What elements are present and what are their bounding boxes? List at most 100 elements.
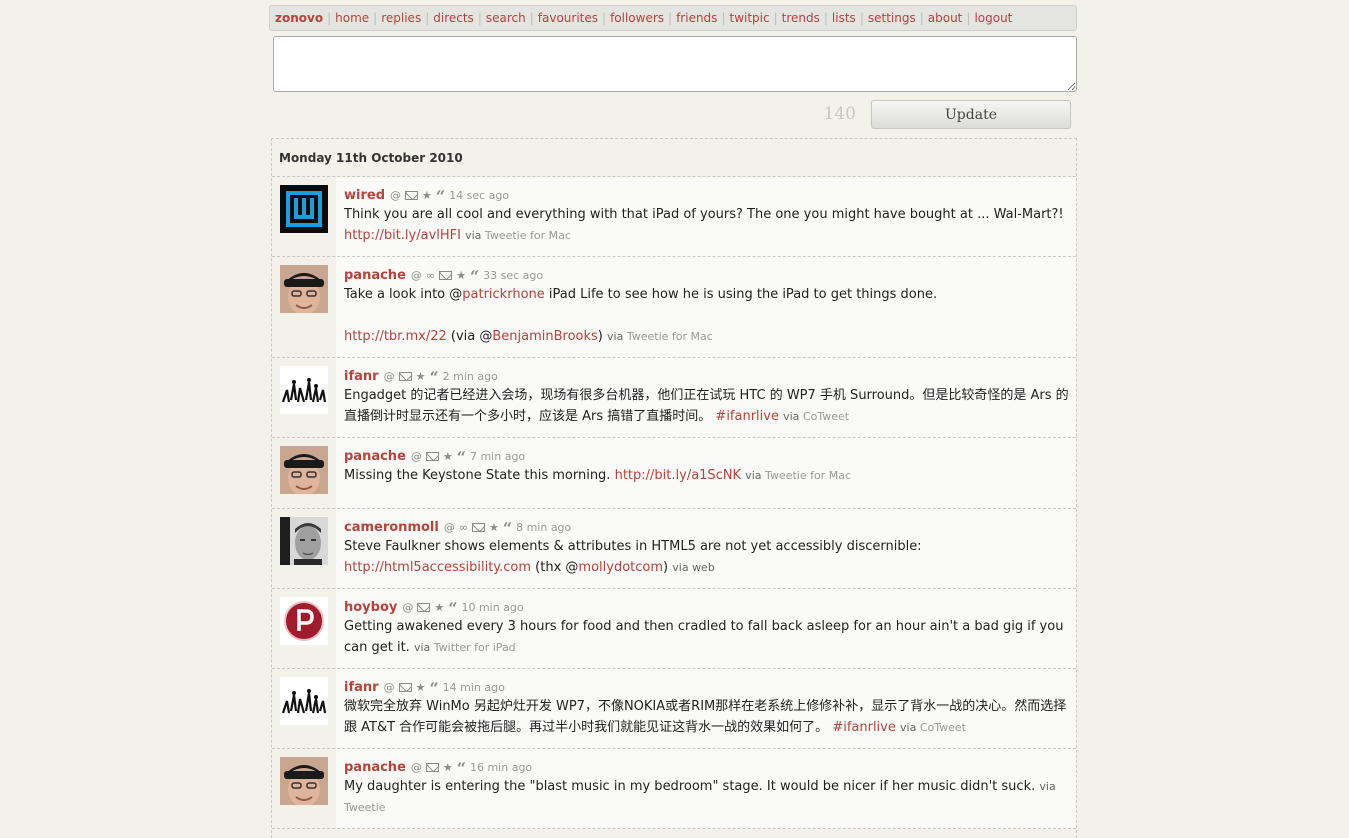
tweet-mention[interactable]: patrickrhone: [462, 287, 545, 302]
tweet-text: (via @: [446, 329, 493, 344]
tweet-timestamp[interactable]: 33 sec ago: [483, 269, 543, 282]
tweet-text: My daughter is entering the "blast music…: [344, 779, 1036, 794]
nav-separator: |: [373, 11, 378, 25]
nav-about[interactable]: about: [928, 11, 963, 25]
nav-trends[interactable]: trends: [782, 11, 820, 25]
tweet-timestamp[interactable]: 14 sec ago: [449, 189, 509, 202]
tweet-username[interactable]: panache: [344, 449, 406, 464]
tweet-source: Tweetie for Mac: [765, 469, 852, 482]
tweet-timestamp[interactable]: 2 min ago: [443, 370, 498, 383]
reply-icon[interactable]: @: [411, 762, 422, 773]
nav-followers[interactable]: followers: [610, 11, 664, 25]
nav-twitpic[interactable]: twitpic: [729, 11, 769, 25]
nav-logout[interactable]: logout: [974, 11, 1012, 25]
reply-icon[interactable]: @: [384, 371, 395, 382]
tweet-link[interactable]: http://tbr.mx/22: [344, 329, 447, 344]
conversation-icon[interactable]: ∞: [426, 270, 435, 281]
nav-separator: |: [919, 11, 924, 25]
tweet-text: Missing the Keystone State this morning.: [344, 468, 611, 483]
tweet-username[interactable]: ifanr: [344, 680, 379, 695]
tweet-text: Take a look into @: [344, 287, 463, 302]
avatar-panache[interactable]: [280, 446, 328, 494]
retweet-quote-icon[interactable]: “: [470, 269, 479, 285]
nav-brand[interactable]: zonovo: [275, 11, 323, 25]
avatar-panache[interactable]: [280, 265, 328, 313]
nav-friends[interactable]: friends: [676, 11, 717, 25]
avatar-ifanr[interactable]: [280, 366, 328, 414]
avatar-ifanr[interactable]: [280, 677, 328, 725]
tweet-source: Tweetie for Mac: [484, 229, 571, 242]
direct-message-icon[interactable]: [405, 190, 418, 200]
tweet-hashtag[interactable]: #ifanrlive: [715, 409, 779, 424]
tweet-link[interactable]: http://bit.ly/avlHFI: [344, 228, 461, 243]
tweet-item: hoyboy @ ★ “ 10 min ago Getting awakened…: [272, 589, 1076, 669]
tweet-timestamp[interactable]: 8 min ago: [516, 521, 571, 534]
favourite-star-icon[interactable]: ★: [456, 270, 466, 281]
tweet-mention[interactable]: mollydotcom: [578, 560, 663, 575]
tweet-timestamp[interactable]: 7 min ago: [470, 450, 525, 463]
tweet-username[interactable]: hoyboy: [344, 600, 397, 615]
nav-home[interactable]: home: [335, 11, 369, 25]
favourite-star-icon[interactable]: ★: [422, 190, 432, 201]
tweet-username[interactable]: cameronmoll: [344, 520, 439, 535]
retweet-quote-icon[interactable]: “: [448, 601, 457, 617]
tweet-username[interactable]: wired: [344, 188, 385, 203]
tweet-timestamp[interactable]: 10 min ago: [461, 601, 523, 614]
reply-icon[interactable]: @: [444, 522, 455, 533]
retweet-quote-icon[interactable]: “: [457, 761, 466, 777]
nav-separator: |: [477, 11, 482, 25]
tweet-timestamp[interactable]: 16 min ago: [470, 761, 532, 774]
reply-icon[interactable]: @: [411, 270, 422, 281]
favourite-star-icon[interactable]: ★: [443, 451, 453, 462]
reply-icon[interactable]: @: [411, 451, 422, 462]
conversation-icon[interactable]: ∞: [459, 522, 468, 533]
tweet-username[interactable]: panache: [344, 760, 406, 775]
favourite-star-icon[interactable]: ★: [416, 682, 426, 693]
tweet-link[interactable]: http://html5accessibility.com: [344, 560, 531, 575]
nav-separator: |: [966, 11, 971, 25]
retweet-quote-icon[interactable]: “: [503, 521, 512, 537]
reply-icon[interactable]: @: [402, 602, 413, 613]
direct-message-icon[interactable]: [425, 762, 439, 772]
via-label: via: [672, 561, 689, 574]
tweet-link[interactable]: http://bit.ly/a1ScNK: [615, 468, 742, 483]
character-counter: 140: [823, 104, 856, 124]
favourite-star-icon[interactable]: ★: [489, 522, 499, 533]
favourite-star-icon[interactable]: ★: [443, 762, 453, 773]
tweet-compose-input[interactable]: [273, 36, 1077, 92]
tweet-username[interactable]: panache: [344, 268, 406, 283]
update-button[interactable]: Update: [871, 100, 1071, 129]
nav-favourites[interactable]: favourites: [538, 11, 598, 25]
via-label: via: [900, 721, 917, 734]
tweet-username[interactable]: ifanr: [344, 369, 379, 384]
reply-icon[interactable]: @: [390, 190, 401, 201]
direct-message-icon[interactable]: [417, 602, 431, 612]
avatar-cameronmoll[interactable]: [280, 517, 328, 565]
tweet-text: ): [597, 329, 603, 344]
favourite-star-icon[interactable]: ★: [434, 602, 444, 613]
retweet-quote-icon[interactable]: “: [457, 450, 466, 466]
avatar-wired[interactable]: [280, 185, 328, 233]
tweet-source: CoTweet: [919, 721, 966, 734]
retweet-quote-icon[interactable]: “: [429, 370, 438, 386]
avatar-hoyboy[interactable]: [280, 597, 328, 645]
tweet-mention[interactable]: BenjaminBrooks: [492, 329, 597, 344]
tweet-timestamp[interactable]: 14 min ago: [443, 681, 505, 694]
reply-icon[interactable]: @: [384, 682, 395, 693]
nav-settings[interactable]: settings: [868, 11, 916, 25]
direct-message-icon[interactable]: [472, 522, 485, 532]
tweet-hashtag[interactable]: #ifanrlive: [832, 720, 896, 735]
direct-message-icon[interactable]: [439, 270, 453, 280]
nav-replies[interactable]: replies: [381, 11, 421, 25]
direct-message-icon[interactable]: [425, 451, 439, 461]
nav-lists[interactable]: lists: [832, 11, 856, 25]
nav-directs[interactable]: directs: [433, 11, 474, 25]
tweet-item: panache @ ∞ ★ “ 33 sec ago Take a look i…: [272, 257, 1076, 358]
retweet-quote-icon[interactable]: “: [429, 681, 438, 697]
direct-message-icon[interactable]: [398, 371, 412, 381]
nav-search[interactable]: search: [486, 11, 526, 25]
avatar-panache[interactable]: [280, 757, 328, 805]
favourite-star-icon[interactable]: ★: [416, 371, 426, 382]
retweet-quote-icon[interactable]: “: [436, 189, 445, 205]
direct-message-icon[interactable]: [398, 682, 412, 692]
